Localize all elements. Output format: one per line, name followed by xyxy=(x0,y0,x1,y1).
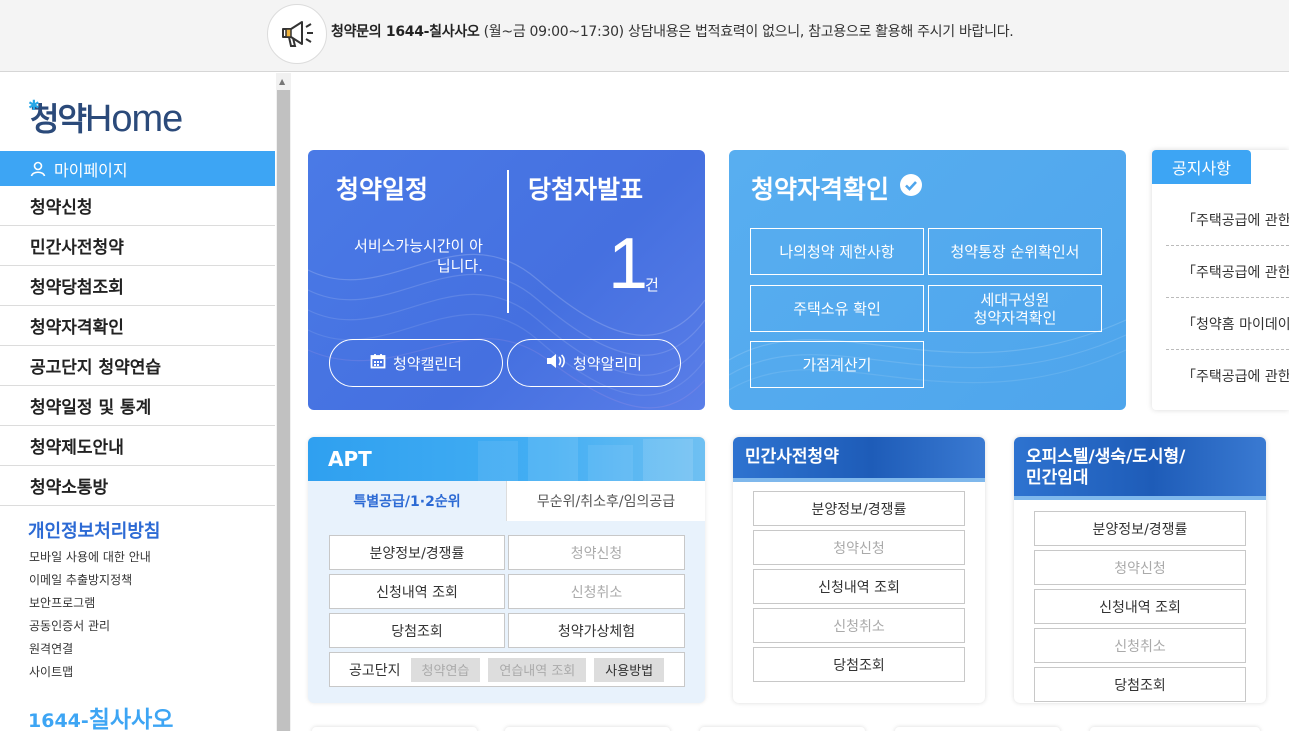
person-icon xyxy=(30,161,46,177)
bottom-card xyxy=(700,727,865,731)
calendar-icon xyxy=(370,353,386,373)
private-sale-info-button[interactable]: 분양정보/경쟁률 xyxy=(753,491,965,526)
site-logo[interactable]: ✱ 청약 Home xyxy=(28,96,183,140)
sidebar-item-system-guide[interactable]: 청약제도안내 xyxy=(0,426,275,466)
sidebar-item-mypage[interactable]: 마이페이지 xyxy=(0,151,275,186)
sparkle-icon: ✱ xyxy=(28,98,40,114)
sidebar-item-apply[interactable]: 청약신청 xyxy=(0,186,275,226)
private-history-button[interactable]: 신청내역 조회 xyxy=(753,569,965,604)
sidebar-item-eligibility[interactable]: 청약자격확인 xyxy=(0,306,275,346)
alert-button-label: 청약알리미 xyxy=(572,354,642,373)
winners-title[interactable]: 당첨자발표 xyxy=(528,170,643,206)
footer-link-certificate[interactable]: 공동인증서 관리 xyxy=(29,617,110,634)
calendar-button-label: 청약캘린더 xyxy=(392,354,462,373)
sidebar-item-practice[interactable]: 공고단지 청약연습 xyxy=(0,346,275,386)
calendar-button[interactable]: 청약캘린더 xyxy=(329,339,503,387)
officetel-cancel-button[interactable]: 신청취소 xyxy=(1034,628,1246,663)
apt-header: APT xyxy=(308,437,705,481)
megaphone-icon xyxy=(267,4,327,64)
housing-ownership-button[interactable]: 주택소유 확인 xyxy=(750,285,924,332)
winner-count[interactable]: 1 xyxy=(608,224,648,304)
service-status-text: 서비스가능시간이 아닙니다. xyxy=(354,237,483,275)
footer-link-mobile[interactable]: 모바일 사용에 대한 안내 xyxy=(29,548,151,565)
practice-row: 공고단지 청약연습 연습내역 조회 사용방법 xyxy=(329,652,685,687)
private-cancel-button[interactable]: 신청취소 xyxy=(753,608,965,643)
officetel-header: 오피스텔/생숙/도시형/민간임대 xyxy=(1014,437,1266,500)
notice-item[interactable]: 「주택공급에 관한 xyxy=(1166,194,1289,246)
footer-link-email[interactable]: 이메일 추출방지정책 xyxy=(29,571,132,588)
apt-sale-info-button[interactable]: 분양정보/경쟁률 xyxy=(329,535,505,570)
apt-history-button[interactable]: 신청내역 조회 xyxy=(329,574,505,609)
eligibility-card: 청약자격확인 나의청약 제한사항 청약통장 순위확인서 주택소유 확인 세대구성… xyxy=(729,150,1126,410)
top-notice-bar: 청약문의 1644-칠사사오 (월~금 09:00~17:30) 상담내용은 법… xyxy=(0,0,1289,72)
eligibility-title: 청약자격확인 xyxy=(751,170,923,206)
private-apply-button[interactable]: 청약신청 xyxy=(753,530,965,565)
privacy-policy-link[interactable]: 개인정보처리방침 xyxy=(28,517,160,543)
private-title: 민간사전청약 xyxy=(745,447,839,467)
apt-win-lookup-button[interactable]: 당첨조회 xyxy=(329,613,505,648)
how-to-use-button[interactable]: 사용방법 xyxy=(594,657,665,682)
sidebar-item-schedule-stats[interactable]: 청약일정 및 통계 xyxy=(0,386,275,426)
check-circle-icon xyxy=(899,173,923,203)
tab-unranked-supply[interactable]: 무순위/취소후/임의공급 xyxy=(506,481,705,521)
notice-item[interactable]: 「주택공급에 관한 xyxy=(1166,350,1289,402)
practice-button[interactable]: 청약연습 xyxy=(410,657,481,682)
sidebar-item-community[interactable]: 청약소통방 xyxy=(0,466,275,506)
bottom-card xyxy=(312,727,477,731)
call-number: 1644-칠사사오 xyxy=(28,707,174,731)
practice-row-label: 공고단지 xyxy=(349,662,401,679)
tab-special-supply[interactable]: 특별공급/1·2순위 xyxy=(308,481,506,521)
officetel-sale-info-button[interactable]: 분양정보/경쟁률 xyxy=(1034,511,1246,546)
bottom-card xyxy=(505,727,670,731)
speaker-icon xyxy=(546,353,566,373)
officetel-apply-button[interactable]: 청약신청 xyxy=(1034,550,1246,585)
private-header: 민간사전청약 xyxy=(733,437,985,482)
scrollbar-thumb[interactable] xyxy=(277,90,290,731)
winner-count-unit: 건 xyxy=(645,276,659,294)
bottom-card xyxy=(1090,727,1260,731)
footer-link-sitemap[interactable]: 사이트맵 xyxy=(29,663,73,680)
account-rank-button[interactable]: 청약통장 순위확인서 xyxy=(928,228,1102,275)
my-restrictions-button[interactable]: 나의청약 제한사항 xyxy=(750,228,924,275)
footer-link-security[interactable]: 보안프로그램 xyxy=(29,594,95,611)
bottom-card xyxy=(895,727,1060,731)
apt-cancel-button[interactable]: 신청취소 xyxy=(508,574,685,609)
footer-link-remote[interactable]: 원격연결 xyxy=(29,640,73,657)
officetel-title: 오피스텔/생숙/도시형/민간임대 xyxy=(1026,447,1186,488)
apt-apply-button[interactable]: 청약신청 xyxy=(508,535,685,570)
schedule-title[interactable]: 청약일정 xyxy=(336,170,428,206)
private-win-lookup-button[interactable]: 당첨조회 xyxy=(753,647,965,682)
officetel-win-lookup-button[interactable]: 당첨조회 xyxy=(1034,667,1246,702)
notice-tab[interactable]: 공지사항 xyxy=(1152,150,1251,184)
household-eligibility-button[interactable]: 세대구성원 청약자격확인 xyxy=(928,285,1102,332)
sidebar-item-label: 마이페이지 xyxy=(54,160,128,180)
divider xyxy=(507,170,509,313)
score-calculator-button[interactable]: 가점계산기 xyxy=(750,341,924,388)
notice-item[interactable]: 「주택공급에 관한 xyxy=(1166,246,1289,298)
officetel-history-button[interactable]: 신청내역 조회 xyxy=(1034,589,1246,624)
sidebar-item-private-pre-sale[interactable]: 민간사전청약 xyxy=(0,226,275,266)
alert-button[interactable]: 청약알리미 xyxy=(507,339,681,387)
notice-item[interactable]: 「청약홈 마이데이 xyxy=(1166,298,1289,350)
schedule-winners-card: 청약일정 당첨자발표 서비스가능시간이 아닙니다. 1 건 청약캘린더 청약알리… xyxy=(308,150,705,410)
contact-notice: 청약문의 1644-칠사사오 (월~금 09:00~17:30) 상담내용은 법… xyxy=(331,24,1014,40)
scroll-up-icon[interactable]: ▲ xyxy=(279,77,285,86)
logo-text-en: Home xyxy=(84,98,183,140)
practice-history-button[interactable]: 연습내역 조회 xyxy=(488,657,587,682)
sidebar-item-win-lookup[interactable]: 청약당첨조회 xyxy=(0,266,275,306)
apt-title: APT xyxy=(328,447,372,471)
apt-virtual-experience-button[interactable]: 청약가상체험 xyxy=(508,613,685,648)
eligibility-title-text: 청약자격확인 xyxy=(751,175,890,204)
